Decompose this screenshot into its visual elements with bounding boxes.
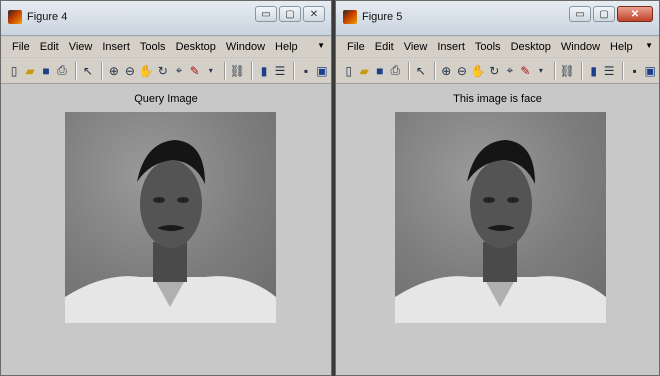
data-cursor-icon[interactable]: ⌖ (172, 63, 186, 79)
open-file-icon[interactable]: ▰ (358, 63, 372, 79)
legend-icon[interactable]: ☰ (602, 63, 616, 79)
matlab-logo-icon (343, 10, 357, 24)
matlab-logo-icon (8, 10, 22, 24)
menu-edit[interactable]: Edit (370, 41, 399, 53)
show-plot-tools-icon[interactable]: ▣ (643, 63, 657, 79)
close-button[interactable]: ✕ (303, 6, 325, 22)
axes-title: Query Image (134, 93, 198, 105)
window-title: Figure 5 (362, 11, 403, 23)
brush-icon[interactable]: ✎ (188, 63, 202, 79)
toolbar-separator (408, 61, 411, 80)
menu-help[interactable]: Help (605, 41, 638, 53)
menu-desktop[interactable]: Desktop (171, 41, 221, 53)
title-bar[interactable]: Figure 4 ▭ ▢ ✕ (1, 1, 331, 36)
brush-menu-icon[interactable]: ▾ (534, 63, 548, 79)
menu-window[interactable]: Window (556, 41, 605, 53)
toolbar-separator (100, 61, 103, 80)
menu-edit[interactable]: Edit (35, 41, 64, 53)
save-icon[interactable]: ■ (373, 63, 387, 79)
legend-icon[interactable]: ☰ (273, 63, 287, 79)
print-icon[interactable]: ⎙ (389, 63, 403, 79)
menu-view[interactable]: View (399, 41, 433, 53)
minimize-button[interactable]: ▭ (255, 6, 277, 22)
toolbar-separator (251, 61, 254, 80)
toolbar-separator (74, 61, 77, 80)
hide-plot-tools-icon[interactable]: ▪ (299, 63, 313, 79)
menu-view[interactable]: View (64, 41, 98, 53)
toolbar-separator (292, 61, 295, 80)
title-bar[interactable]: Figure 5 ▭ ▢ ✕ (336, 1, 659, 36)
menu-desktop[interactable]: Desktop (506, 41, 556, 53)
hide-plot-tools-icon[interactable]: ▪ (628, 63, 642, 79)
brush-menu-icon[interactable]: ▾ (204, 63, 218, 79)
menu-file[interactable]: File (342, 41, 370, 53)
new-figure-icon[interactable]: ▯ (342, 63, 356, 79)
axes-title: This image is face (453, 93, 542, 105)
link-icon[interactable]: ⛓ (560, 63, 575, 79)
toolbar-separator (621, 61, 624, 80)
open-file-icon[interactable]: ▰ (23, 63, 37, 79)
menu-tools[interactable]: Tools (135, 41, 171, 53)
menu-insert[interactable]: Insert (97, 41, 135, 53)
pointer-icon[interactable]: ↖ (414, 63, 428, 79)
menu-file[interactable]: File (7, 41, 35, 53)
figure-toolbar: ▯ ▰ ■ ⎙ ↖ ⊕ ⊖ ✋ ↻ ⌖ ✎ ▾ ⛓ ▮ ☰ ▪ ▣ (336, 58, 659, 84)
colorbar-icon[interactable]: ▮ (257, 63, 271, 79)
face-photo-drawing (395, 140, 606, 323)
zoom-out-icon[interactable]: ⊖ (123, 63, 137, 79)
menu-overflow-icon[interactable]: ▼ (645, 41, 653, 50)
maximize-button[interactable]: ▢ (279, 6, 301, 22)
colorbar-icon[interactable]: ▮ (587, 63, 601, 79)
maximize-button[interactable]: ▢ (593, 6, 615, 22)
menu-bar: File Edit View Insert Tools Desktop Wind… (1, 37, 331, 57)
toolbar-separator (433, 61, 436, 80)
face-photo (65, 112, 276, 323)
zoom-out-icon[interactable]: ⊖ (455, 63, 469, 79)
pointer-icon[interactable]: ↖ (81, 63, 95, 79)
menu-overflow-icon[interactable]: ▼ (317, 41, 325, 50)
zoom-in-icon[interactable]: ⊕ (440, 63, 454, 79)
rotate-icon[interactable]: ↻ (488, 63, 502, 79)
data-cursor-icon[interactable]: ⌖ (503, 63, 517, 79)
toolbar-separator (553, 61, 556, 80)
face-photo (395, 112, 606, 323)
close-button[interactable]: ✕ (617, 6, 653, 22)
zoom-in-icon[interactable]: ⊕ (107, 63, 121, 79)
print-icon[interactable]: ⎙ (55, 63, 69, 79)
menu-tools[interactable]: Tools (470, 41, 506, 53)
brush-icon[interactable]: ✎ (519, 63, 533, 79)
toolbar-separator (223, 61, 226, 80)
figure-4-window: Figure 4 ▭ ▢ ✕ File Edit View Insert Too… (0, 0, 332, 376)
menu-window[interactable]: Window (221, 41, 270, 53)
figure-toolbar: ▯ ▰ ■ ⎙ ↖ ⊕ ⊖ ✋ ↻ ⌖ ✎ ▾ ⛓ ▮ ☰ ▪ ▣ (1, 58, 331, 84)
toolbar-separator (580, 61, 583, 80)
link-icon[interactable]: ⛓ (230, 63, 245, 79)
menu-insert[interactable]: Insert (432, 41, 470, 53)
minimize-button[interactable]: ▭ (569, 6, 591, 22)
new-figure-icon[interactable]: ▯ (7, 63, 21, 79)
face-photo-drawing (65, 140, 276, 323)
pan-icon[interactable]: ✋ (471, 63, 486, 79)
menu-help[interactable]: Help (270, 41, 303, 53)
rotate-icon[interactable]: ↻ (156, 63, 170, 79)
window-title: Figure 4 (27, 11, 68, 23)
pan-icon[interactable]: ✋ (139, 63, 154, 79)
menu-bar: File Edit View Insert Tools Desktop Wind… (336, 37, 659, 57)
figure-5-window: Figure 5 ▭ ▢ ✕ File Edit View Insert Too… (335, 0, 660, 376)
show-plot-tools-icon[interactable]: ▣ (315, 63, 329, 79)
save-icon[interactable]: ■ (39, 63, 53, 79)
